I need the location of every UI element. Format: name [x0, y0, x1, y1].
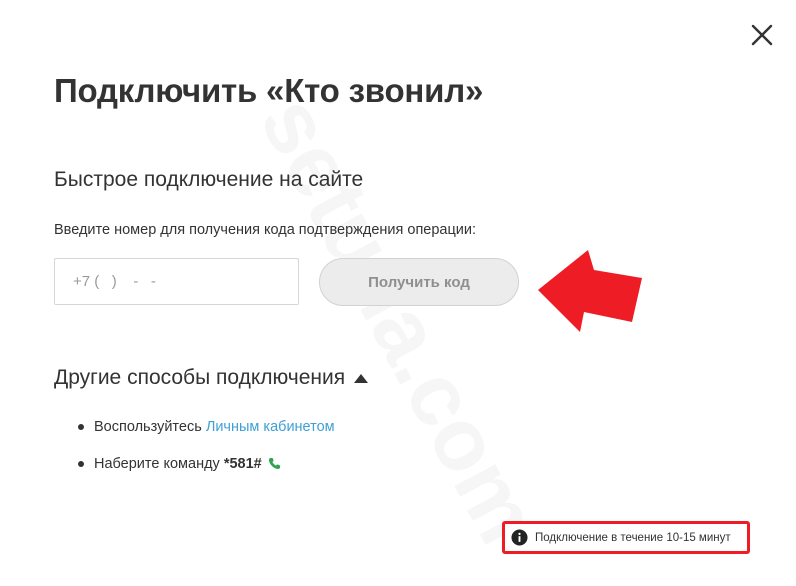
- collapse-triangle-icon: [354, 373, 369, 383]
- phone-icon[interactable]: [268, 457, 281, 470]
- ussd-command: *581#: [223, 456, 262, 472]
- quick-connect-heading: Быстрое подключение на сайте: [54, 168, 364, 191]
- red-arrow-annotation: [538, 250, 642, 332]
- phone-hint: Введите номер для получения кода подтвер…: [54, 222, 477, 238]
- notice-text: Подключение в течение 10-15 минут: [535, 531, 731, 544]
- other-methods-list: Воспользуйтесь Личным кабинетом Наберите…: [78, 417, 335, 474]
- get-code-button[interactable]: Получить код: [319, 258, 519, 306]
- personal-account-link[interactable]: Личным кабинетом: [206, 419, 335, 435]
- connect-dialog: setuna.com Подключить «Кто звонил» Быстр…: [0, 0, 796, 586]
- close-button[interactable]: [747, 20, 777, 50]
- watermark: setuna.com: [240, 80, 560, 560]
- close-icon: [751, 24, 773, 46]
- list-item: Воспользуйтесь Личным кабинетом: [78, 417, 335, 437]
- phone-number-input[interactable]: [54, 258, 299, 305]
- connection-time-notice: Подключение в течение 10-15 минут: [502, 521, 750, 554]
- list-item: Наберите команду *581#: [78, 454, 335, 474]
- dialog-title: Подключить «Кто звонил»: [54, 72, 484, 109]
- other-methods-toggle[interactable]: Другие способы подключения: [54, 366, 369, 390]
- bullet-icon: [78, 424, 84, 430]
- info-icon: [511, 529, 528, 546]
- other-methods-heading: Другие способы подключения: [54, 366, 346, 389]
- bullet-icon: [78, 461, 84, 467]
